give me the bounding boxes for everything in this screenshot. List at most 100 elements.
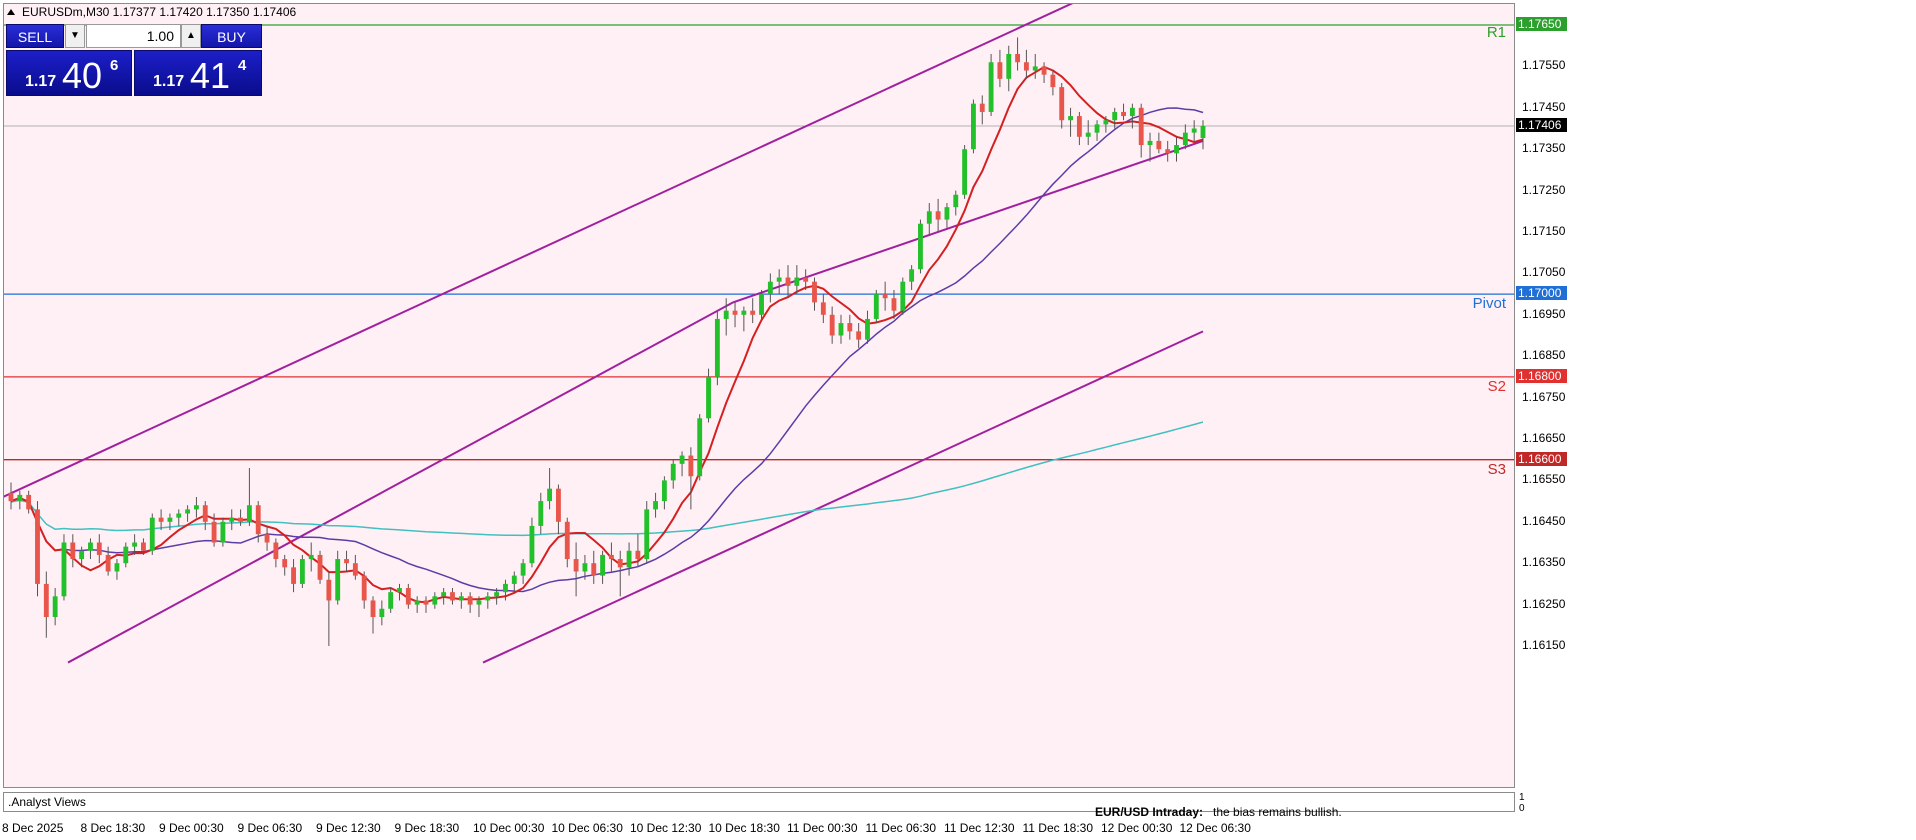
lot-size-input[interactable]: 1.00 <box>86 24 181 48</box>
buy-price-quote[interactable]: 1.17 41 4 <box>134 50 262 96</box>
buy-price-pips: 41 <box>190 55 231 96</box>
time-tick-label: 10 Dec 06:30 <box>551 821 623 835</box>
candle-body <box>661 480 667 502</box>
candle-body <box>856 331 862 340</box>
candle-body <box>617 559 623 568</box>
candle-body <box>900 281 906 311</box>
candle-body <box>511 575 517 584</box>
candle-body <box>1050 74 1056 88</box>
candle-body <box>114 563 120 572</box>
level-price-tag: 1.16800 <box>1516 368 1567 383</box>
candle-body <box>1085 132 1091 137</box>
candle-body <box>96 542 102 555</box>
candle-body <box>494 592 500 597</box>
price-tick-label: 1.16750 <box>1522 389 1566 404</box>
price-chart[interactable] <box>3 3 1515 788</box>
candle-body <box>679 455 685 464</box>
sell-button[interactable]: SELL <box>6 24 64 48</box>
price-tick-label: 1.16450 <box>1522 513 1566 528</box>
candle-body <box>229 517 235 522</box>
lot-increase-button[interactable]: ▲ <box>181 24 201 48</box>
price-tick-label: 1.17350 <box>1522 141 1566 156</box>
candle-body <box>70 542 76 560</box>
level-price-tag: 1.17650 <box>1516 17 1567 31</box>
price-tick-label: 1.17550 <box>1522 58 1566 73</box>
level-name-pivot: Pivot <box>1472 295 1506 313</box>
candle-body <box>794 277 800 286</box>
price-tick-label: 1.17150 <box>1522 224 1566 238</box>
time-tick-label: 11 Dec 18:30 <box>1022 821 1094 835</box>
candle-body <box>405 588 411 605</box>
candle-body <box>1200 126 1206 139</box>
candle-body <box>882 294 888 299</box>
candle-body <box>123 546 129 564</box>
buy-price-fraction: 4 <box>238 57 247 74</box>
candle-body <box>361 575 367 601</box>
candle-body <box>185 509 191 514</box>
price-tick-label: 1.16250 <box>1522 596 1566 611</box>
moving-average-fast <box>10 65 1204 604</box>
lot-decrease-button[interactable]: ▼ <box>65 24 85 48</box>
candle-body <box>1032 66 1038 71</box>
candle-body <box>803 277 809 282</box>
current-price-tag: 1.17406 <box>1516 118 1567 133</box>
level-price-tag: 1.17000 <box>1516 286 1567 301</box>
subwindow-scale-top: 1 <box>1519 792 1525 803</box>
time-tick-label: 10 Dec 18:30 <box>708 821 780 835</box>
candle-body <box>503 583 508 593</box>
candle-body <box>626 550 632 568</box>
candle-body <box>714 318 720 377</box>
time-tick-label: 11 Dec 00:30 <box>787 821 858 835</box>
price-tick-label: 1.16150 <box>1522 638 1566 652</box>
sell-price-quote[interactable]: 1.17 40 6 <box>6 50 132 96</box>
candle-body <box>988 62 994 112</box>
candle-body <box>141 542 146 551</box>
candle-body <box>17 494 23 502</box>
candle-body <box>238 517 243 522</box>
candle-body <box>167 517 173 522</box>
candle-body <box>573 559 579 572</box>
candle-body <box>644 509 650 560</box>
candle-body <box>564 521 570 560</box>
candle-body <box>608 554 614 560</box>
candle-body <box>1041 66 1047 75</box>
time-tick-label: 12 Dec 00:30 <box>1101 821 1173 835</box>
candle-body <box>1059 87 1065 121</box>
candle-body <box>600 554 606 576</box>
time-tick-label: 11 Dec 12:30 <box>944 821 1015 835</box>
candle-body <box>423 600 429 605</box>
time-tick-label: 12 Dec 06:30 <box>1179 821 1251 835</box>
subwindow-scale-bottom: 0 <box>1519 803 1525 814</box>
candle-body <box>132 542 138 547</box>
trend-channel-line <box>482 330 1204 664</box>
candle-body <box>52 596 58 618</box>
price-tick-label: 1.16550 <box>1522 472 1566 487</box>
chart-area[interactable] <box>3 3 1515 788</box>
price-tick-label: 1.16950 <box>1522 306 1566 321</box>
candle-body <box>450 592 455 601</box>
candle-body <box>273 542 279 560</box>
time-tick-label: 11 Dec 06:30 <box>865 821 937 835</box>
candle-body <box>1182 132 1188 146</box>
candle-body <box>812 281 817 303</box>
candle-body <box>670 463 676 481</box>
candle-body <box>414 600 420 605</box>
candle-body <box>485 596 491 601</box>
candle-body <box>158 517 164 522</box>
candle-body <box>1068 116 1073 121</box>
candle-body <box>308 554 314 560</box>
candle-body <box>397 588 402 593</box>
buy-button[interactable]: BUY <box>201 24 262 48</box>
candle-body <box>1156 140 1162 150</box>
candle-body <box>591 563 597 576</box>
candle-body <box>193 505 199 510</box>
candle-body <box>785 277 791 286</box>
moving-average-mid <box>10 107 1204 593</box>
candle-body <box>706 376 711 419</box>
one-click-trading-panel: SELL ▼ 1.00 ▲ BUY 1.17 40 6 1.17 41 4 <box>6 24 262 96</box>
candle-body <box>264 534 270 543</box>
candle-body <box>370 600 376 618</box>
sell-price-prefix: 1.17 <box>25 73 57 90</box>
analyst-view-text: the bias remains bullish. <box>1213 805 1342 819</box>
collapse-triangle-icon[interactable] <box>7 9 15 15</box>
